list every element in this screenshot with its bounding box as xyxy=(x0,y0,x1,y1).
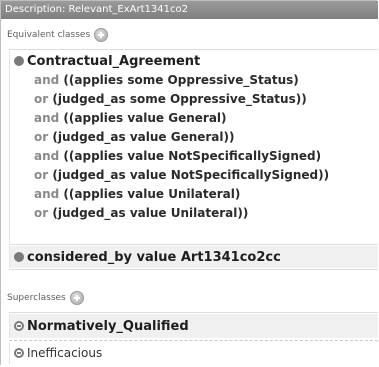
expression-line: or (judged_as value Unilateral)) xyxy=(10,204,378,223)
superclass-bullet-icon xyxy=(14,348,24,358)
expression-line: and ((applies value General) xyxy=(10,109,378,128)
superclass-name: Inefficacious xyxy=(27,346,103,360)
dashed-divider xyxy=(9,340,378,341)
expression-line: or (judged_as value NotSpecificallySigne… xyxy=(10,166,378,185)
expression-line: or (judged_as some Oppressive_Status)) xyxy=(10,90,378,109)
panel-title: Description: Relevant_ExArt1341co2 xyxy=(5,4,188,15)
expression-keyword: and xyxy=(34,73,60,87)
divider xyxy=(9,269,378,270)
expression-line: and ((applies value NotSpecificallySigne… xyxy=(10,147,378,166)
divider xyxy=(9,49,378,50)
expression-text: (judged_as value NotSpecificallySigned)) xyxy=(52,168,330,182)
expression-text: ((applies value Unilateral) xyxy=(63,187,241,201)
expression-keyword: and xyxy=(34,187,60,201)
divider xyxy=(9,312,378,313)
superclass-row: Normatively_Qualified xyxy=(10,314,378,338)
expression-line: and ((applies value Unilateral) xyxy=(10,185,378,204)
equivalent-classes-header: Equivalent classes xyxy=(1,24,378,46)
superclass-bullet-icon xyxy=(14,321,24,331)
panel-title-bar: Description: Relevant_ExArt1341co2 xyxy=(1,1,378,19)
superclass-row: Inefficacious xyxy=(10,342,378,364)
superclass-item[interactable]: Normatively_Qualified xyxy=(9,314,378,338)
add-superclass-icon[interactable] xyxy=(69,291,84,305)
expression-keyword: or xyxy=(34,92,49,106)
superclass-name: Normatively_Qualified xyxy=(27,318,189,334)
expression-line: or (judged_as value General)) xyxy=(10,128,378,147)
superclasses-label: Superclasses xyxy=(7,293,66,303)
class-bullet-icon xyxy=(14,252,24,262)
expression-keyword: and xyxy=(34,149,60,163)
expression-text: (judged_as value General)) xyxy=(52,130,235,144)
equivalent-class-row: Contractual_Agreement xyxy=(10,51,378,71)
class-bullet-icon xyxy=(14,56,24,66)
equivalent-classes-label: Equivalent classes xyxy=(7,30,91,40)
expression-keyword: and xyxy=(34,111,60,125)
expression-text: ((applies some Oppressive_Status) xyxy=(63,73,299,87)
expression-keyword: or xyxy=(34,168,49,182)
add-equivalent-class-icon[interactable] xyxy=(94,28,109,42)
equivalent-class-name: Contractual_Agreement xyxy=(27,53,201,69)
expression-text: (judged_as value Unilateral)) xyxy=(52,206,249,220)
equivalent-class-name: considered_by value Art1341co2cc xyxy=(27,249,281,265)
expression-keyword: or xyxy=(34,206,49,220)
superclasses-header: Superclasses xyxy=(1,287,378,309)
equivalent-class-expression[interactable]: Contractual_Agreement and ((applies some… xyxy=(9,51,378,243)
expression-text: (judged_as some Oppressive_Status)) xyxy=(52,92,307,106)
expression-text: ((applies value General) xyxy=(63,111,227,125)
expression-line: and ((applies some Oppressive_Status) xyxy=(10,71,378,90)
expression-text: ((applies value NotSpecificallySigned) xyxy=(63,149,322,163)
expression-keyword: or xyxy=(34,130,49,144)
superclass-item[interactable]: Inefficacious xyxy=(9,342,378,364)
equivalent-class-row: considered_by value Art1341co2cc xyxy=(10,246,378,268)
equivalent-class-expression[interactable]: considered_by value Art1341co2cc xyxy=(9,246,378,268)
divider xyxy=(9,244,378,245)
class-description-panel: Description: Relevant_ExArt1341co2 Equiv… xyxy=(0,0,378,365)
